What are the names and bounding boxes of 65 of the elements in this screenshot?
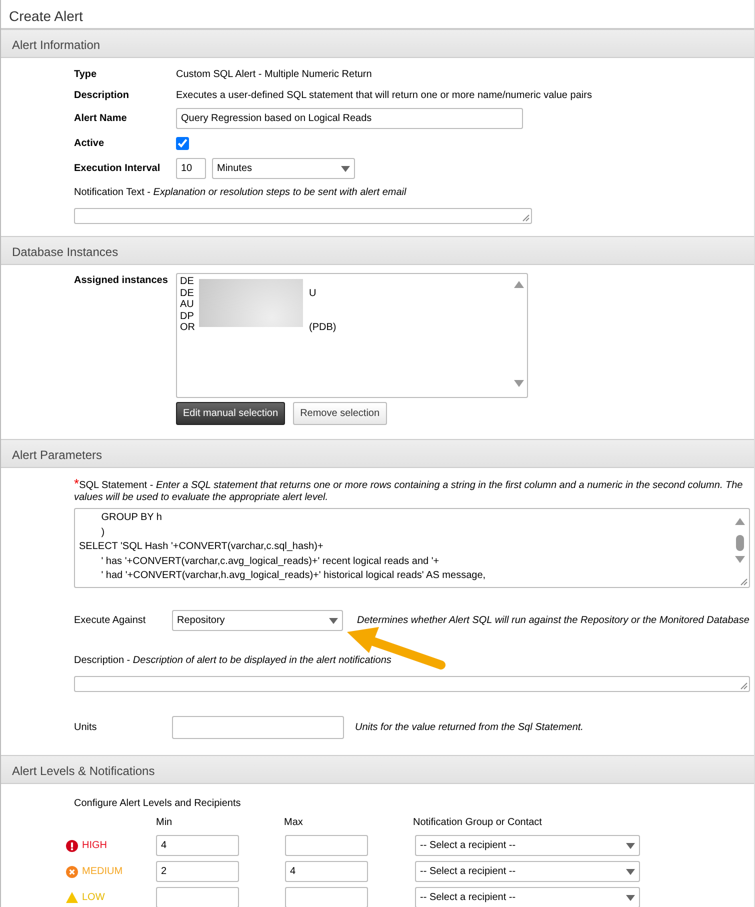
caption: Configure Alert Levels and Recipients <box>74 797 242 811</box>
list-item[interactable]: U <box>309 288 316 299</box>
button[interactable]: Remove selection <box>293 402 387 425</box>
field-note: Units for the value returned from the Sql Statement. <box>355 721 584 735</box>
field-label: Execution Interval <box>74 162 162 176</box>
level-label: MEDIUM <box>82 865 123 879</box>
recipient-dropdown[interactable]: -- Select a recipient -- <box>415 835 640 856</box>
list-item[interactable]: DP <box>180 310 194 322</box>
warning-circle-icon <box>66 866 78 878</box>
caret-icon[interactable] <box>341 166 350 172</box>
field-label: Alert Name <box>74 112 128 126</box>
resize-grip-icon[interactable] <box>522 214 530 222</box>
field-value: Custom SQL Alert - Multiple Numeric Return <box>176 68 372 82</box>
resize-grip-icon[interactable] <box>740 682 748 690</box>
section-header: Alert Levels & Notifications <box>1 755 754 784</box>
field-value: Executes a user-defined SQL statement that will return one or more name/numeric value pairs <box>176 89 592 103</box>
list-item[interactable]: (PDB) <box>309 322 336 334</box>
warning-triangle-icon <box>66 892 78 903</box>
min-field[interactable] <box>156 887 239 907</box>
section-header: Alert Information <box>1 29 754 58</box>
caret-icon[interactable] <box>626 868 635 874</box>
field-note: Determines whether Alert SQL will run against the Repository or the Monitored Database <box>357 614 750 628</box>
unit-dropdown[interactable]: Minutes <box>212 158 355 179</box>
sql-field[interactable]: GROUP BY h ) SELECT 'SQL Hash '+CONVERT(varchar,c.sql_hash)+ ' has '+CONVERT(varchar,c.avg_logical_reads)+' recent logical reads and '+ ' had '+CONVERT(varchar,h.avg_logical_reads)+' historical logical reads' AS message, <box>74 508 750 588</box>
description-field[interactable] <box>74 676 750 692</box>
section-header: Alert Parameters <box>1 439 754 468</box>
field-label: Description <box>74 89 130 103</box>
field-label: Type <box>74 68 98 82</box>
instance-list[interactable]: DE DE U AU DP OR (PDB) <box>176 273 528 398</box>
number-field[interactable]: 10 <box>176 158 206 179</box>
units-field[interactable] <box>172 716 344 739</box>
caret-icon[interactable] <box>626 842 635 848</box>
level-label: HIGH <box>82 839 107 853</box>
min-field[interactable]: 2 <box>156 861 239 882</box>
notification-text-field[interactable] <box>74 208 532 224</box>
column-header: Max <box>284 816 304 830</box>
button[interactable]: Edit manual selection <box>176 402 286 425</box>
error-icon <box>66 840 78 852</box>
field-label: Notification Text - Explanation or resolution steps to be sent with alert email <box>74 186 408 200</box>
column-header: Notification Group or Contact <box>413 816 543 830</box>
max-field[interactable] <box>285 835 368 856</box>
list-item[interactable]: AU <box>180 299 194 310</box>
list-item[interactable]: DE <box>180 288 194 299</box>
column-header: Min <box>156 816 174 830</box>
caret-icon[interactable] <box>329 618 338 624</box>
recipient-dropdown[interactable]: -- Select a recipient -- <box>415 887 640 907</box>
max-field[interactable] <box>285 887 368 907</box>
field-label: Execute Against <box>74 614 147 628</box>
caret-icon[interactable] <box>626 894 635 900</box>
text-field[interactable]: Query Regression based on Logical Reads <box>176 108 523 129</box>
section-header: Database Instances <box>1 236 754 265</box>
field-label: Assigned instances <box>74 274 169 288</box>
field-label: Description - Description of alert to be displayed in the alert notifications <box>74 654 392 668</box>
field-label: Active <box>74 137 106 151</box>
max-field[interactable]: 4 <box>285 861 368 882</box>
field-description: *SQL Statement - Enter a SQL statement that returns one or more rows containing a string in the first column and a numeric in the second column. The values will be used to evaluate the appropriate alert level. <box>74 478 744 504</box>
recipient-dropdown[interactable]: -- Select a recipient -- <box>415 861 640 882</box>
resize-grip-icon[interactable] <box>740 578 748 586</box>
min-field[interactable]: 4 <box>156 835 239 856</box>
level-label: LOW <box>82 891 105 905</box>
execute-against-dropdown[interactable]: Repository <box>172 610 343 631</box>
list-item[interactable]: DE <box>180 276 194 288</box>
checkbox[interactable] <box>176 137 189 150</box>
field-label: Units <box>74 721 98 735</box>
list-item[interactable]: OR <box>180 322 195 334</box>
